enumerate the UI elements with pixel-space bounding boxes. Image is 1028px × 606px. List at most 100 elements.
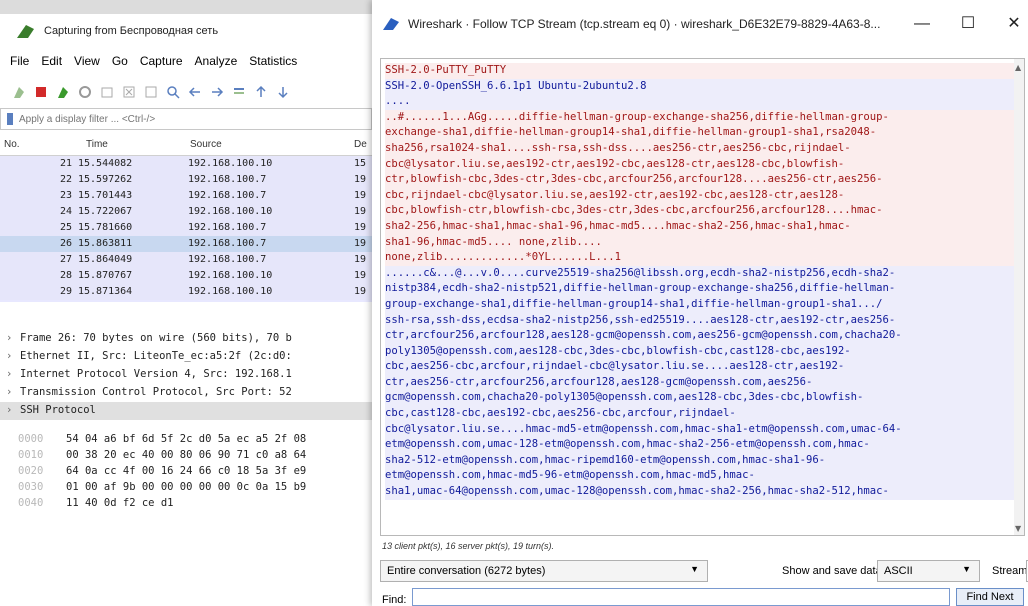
go-to-packet-icon[interactable] [232,85,246,99]
client-stream-line: cbc@lysator.liu.se,aes192-ctr,aes192-cbc… [385,156,1015,173]
menu-statistics[interactable]: Statistics [249,54,297,68]
find-label: Find: [382,594,407,606]
hex-row: 0020 64 0a cc 4f 00 16 24 66 c0 18 5a 3f… [18,465,307,477]
close-button[interactable]: ✕ [994,12,1028,36]
stream-number-label: Stream [992,565,1028,577]
chevron-down-icon: ▼ [962,564,971,574]
start-capture-icon[interactable] [12,85,26,99]
wireshark-main-window: Capturing from Беспроводная сеть File Ed… [0,0,372,606]
stream-content-area[interactable]: SSH-2.0-PuTTY_PuTTY SSH-2.0-OpenSSH_6.6.1… [380,58,1025,536]
packet-list-empty-area [0,302,372,326]
server-stream-line: etm@openssh.com,hmac-md5-96-etm@openssh.… [385,468,1015,485]
column-source[interactable]: Source [190,139,222,150]
scroll-up-icon[interactable]: ▲ [1015,63,1021,72]
packet-row[interactable]: 29 15.871364 192.168.100.10 19 [0,284,372,300]
detail-tcp[interactable]: › Transmission Control Protocol, Src Por… [0,384,372,402]
menu-analyze[interactable]: Analyze [195,54,238,68]
capture-options-icon[interactable] [78,85,92,99]
find-packet-icon[interactable] [166,85,180,99]
restart-capture-icon[interactable] [56,85,70,99]
close-file-icon[interactable] [144,85,158,99]
detail-frame[interactable]: › Frame 26: 70 bytes on wire (560 bits),… [0,330,372,348]
expand-chevron-icon[interactable]: › [6,332,12,344]
server-stream-line: poly1305@openssh.com,aes128-cbc,3des-cbc… [385,343,1015,360]
server-stream-line: SSH-2.0-OpenSSH_6.6.1p1 Ubuntu-2ubuntu2.… [385,78,1015,95]
find-input[interactable] [412,588,950,606]
server-stream-line: sha1,umac-64@openssh.com,umac-128@openss… [385,484,1015,500]
last-packet-icon[interactable] [276,85,290,99]
packet-row[interactable]: 25 15.781660 192.168.100.7 19 [0,220,372,236]
title-strip [0,0,372,14]
expand-chevron-icon[interactable]: › [6,368,12,380]
packet-details-pane: › Frame 26: 70 bytes on wire (560 bits),… [0,330,372,430]
stop-capture-icon[interactable] [34,85,48,99]
save-file-icon[interactable] [122,85,136,99]
client-stream-line: cbc,rijndael-cbc@lysator.liu.se,aes192-c… [385,187,1015,204]
detail-ethernet[interactable]: › Ethernet II, Src: LiteonTe_ec:a5:2f (2… [0,348,372,366]
packet-row[interactable]: 28 15.870767 192.168.100.10 19 [0,268,372,284]
go-back-icon[interactable] [188,85,202,99]
packet-row[interactable]: 27 15.864049 192.168.100.7 19 [0,252,372,268]
column-no[interactable]: No. [4,139,20,150]
server-stream-line: cbc@lysator.liu.se....hmac-md5-etm@opens… [385,421,1015,438]
server-stream-line: cbc,cast128-cbc,aes192-cbc,aes256-cbc,ar… [385,406,1015,422]
expand-chevron-icon[interactable]: › [6,404,12,416]
dialog-title: Wireshark · Follow TCP Stream (tcp.strea… [408,17,881,31]
hex-row: 0010 00 38 20 ec 40 00 80 06 90 71 c0 a8… [18,449,307,461]
packet-row[interactable]: 21 15.544082 192.168.100.10 15 [0,156,372,172]
stream-text: SSH-2.0-PuTTY_PuTTY SSH-2.0-OpenSSH_6.6.1… [385,63,1015,500]
show-as-select[interactable]: ASCII ▼ [877,560,980,582]
column-time[interactable]: Time [86,139,108,150]
client-stream-line: ..#......1...AGg.....diffie-hellman-grou… [385,109,1015,126]
wireshark-fin-icon [17,25,34,38]
packet-row-selected[interactable]: 26 15.863811 192.168.100.7 19 [0,236,372,252]
packet-row[interactable]: 23 15.701443 192.168.100.7 19 [0,188,372,204]
scroll-down-icon[interactable]: ▼ [1015,524,1021,533]
first-packet-icon[interactable] [254,85,268,99]
main-window-title: Capturing from Беспроводная сеть [44,25,219,37]
wireshark-fin-icon [383,18,399,30]
client-stream-line: cbc,blowfish-ctr,blowfish-cbc,3des-ctr,3… [385,203,1015,219]
server-stream-line: ......c&...@...v.0....curve25519-sha256@… [385,265,1015,282]
conversation-select-value: Entire conversation (6272 bytes) [387,565,546,577]
expand-chevron-icon[interactable]: › [6,350,12,362]
packet-list-header: No. Time Source De [0,134,372,156]
expand-chevron-icon[interactable]: › [6,386,12,398]
menu-capture[interactable]: Capture [140,54,183,68]
detail-ssh[interactable]: › SSH Protocol [0,402,372,420]
packet-row[interactable]: 22 15.597262 192.168.100.7 19 [0,172,372,188]
find-next-button[interactable]: Find Next [956,588,1024,606]
packet-row[interactable]: 24 15.722067 192.168.100.10 19 [0,204,372,220]
menu-view[interactable]: View [74,54,100,68]
client-stream-line: ctr,blowfish-cbc,3des-ctr,3des-cbc,arcfo… [385,172,1015,188]
column-destination[interactable]: De [354,139,367,150]
hex-row: 0030 01 00 af 9b 00 00 00 00 00 0c 0a 15… [18,481,307,493]
minimize-button[interactable]: — [902,12,942,36]
go-forward-icon[interactable] [210,85,224,99]
client-stream-line: sha2-256,hmac-sha1,hmac-sha1-96,hmac-md5… [385,218,1015,235]
server-stream-line: ctr,aes256-ctr,arcfour256,arcfour128,aes… [385,374,1015,391]
server-stream-line: .... [385,94,1015,110]
menu-edit[interactable]: Edit [41,54,62,68]
main-toolbar [0,80,372,104]
server-stream-line: sha2-512-etm@openssh.com,hmac-ripemd160-… [385,452,1015,469]
server-stream-line: ctr,arcfour256,arcfour128,aes128-gcm@ope… [385,328,1015,344]
maximize-button[interactable]: ☐ [948,12,988,36]
vertical-scrollbar[interactable]: ▲ ▼ [1014,59,1024,535]
bookmark-filter-icon[interactable] [7,113,13,125]
server-stream-line: cbc,aes256-cbc,arcfour,rijndael-cbc@lysa… [385,359,1015,375]
show-as-select-value: ASCII [884,565,913,577]
packet-bytes-pane: 0000 54 04 a6 bf 6d 5f 2c d0 5a ec a5 2f… [0,432,372,522]
menu-bar: File Edit View Go Capture Analyze Statis… [0,50,372,72]
conversation-select[interactable]: Entire conversation (6272 bytes) ▼ [380,560,708,582]
open-file-icon[interactable] [100,85,114,99]
follow-tcp-stream-dialog: Wireshark · Follow TCP Stream (tcp.strea… [372,0,1028,606]
menu-go[interactable]: Go [112,54,128,68]
display-filter-input[interactable] [19,113,319,125]
detail-ipv4[interactable]: › Internet Protocol Version 4, Src: 192.… [0,366,372,384]
hex-row: 0000 54 04 a6 bf 6d 5f 2c d0 5a ec a5 2f… [18,433,307,445]
client-stream-line: exchange-sha1,diffie-hellman-group14-sha… [385,125,1015,141]
client-stream-line: sha1-96,hmac-md5.... none,zlib.... [385,234,1015,251]
menu-file[interactable]: File [10,54,29,68]
main-titlebar: Capturing from Беспроводная сеть [0,14,372,48]
